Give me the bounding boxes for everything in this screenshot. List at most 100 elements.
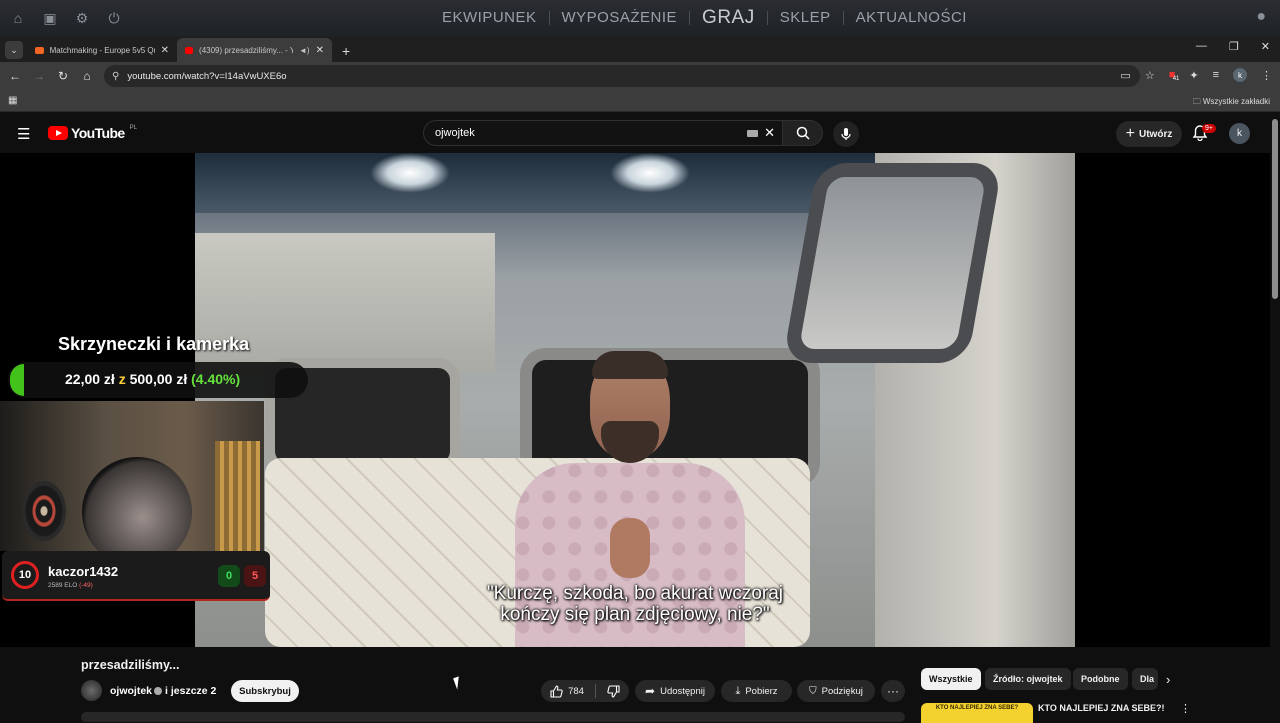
faceit-wins: 0 — [218, 565, 240, 587]
voice-search-button[interactable] — [833, 121, 859, 147]
chip-related[interactable]: Podobne — [1073, 668, 1128, 690]
subscribe-button[interactable]: Subskrybuj — [231, 680, 299, 702]
browser-profile-avatar[interactable]: k — [1233, 68, 1247, 82]
thanks-button[interactable]: ⛉ Podziękuj — [797, 680, 875, 702]
description-box[interactable] — [81, 712, 905, 722]
close-window-icon[interactable]: ✕ — [1261, 40, 1270, 53]
beard — [601, 421, 659, 463]
page-scrollbar[interactable] — [1270, 113, 1280, 720]
browser-toolbar: ← → ↻ ⌂ ⚲ youtube.com/watch?v=I14aVwUXE6… — [0, 62, 1280, 90]
game-nav-sklep[interactable]: SKLEP — [768, 10, 844, 25]
tab-close-icon[interactable]: ✕ — [316, 45, 324, 56]
channel-name[interactable]: ojwojtek i jeszcze 2 — [110, 685, 216, 697]
browser-menu-icon[interactable]: ⋮ — [1261, 69, 1272, 82]
cast-icon[interactable]: ▭ — [1120, 69, 1130, 82]
donation-goal: 500,00 zł — [129, 371, 188, 387]
chip-for-you[interactable]: Dla — [1132, 668, 1158, 690]
wooden-door — [215, 441, 260, 551]
recommended-thumbnail[interactable]: KTO NAJLEPIEJ ZNA SEBE? — [921, 703, 1033, 723]
profile-icon[interactable]: ● — [1256, 8, 1266, 26]
recommended-more-icon[interactable]: ⋮ — [1180, 702, 1191, 715]
tab-title: (4309) przesadziliśmy... - Yo — [199, 45, 294, 55]
video-title: przesadziliśmy... — [81, 658, 180, 672]
audio-playing-icon[interactable]: ◄) — [299, 46, 310, 55]
share-button[interactable]: ➦ Udostępnij — [635, 680, 715, 702]
video-frame — [195, 153, 1075, 647]
inventory-icon[interactable]: ▣ — [40, 8, 60, 28]
game-nav-aktualnosci[interactable]: AKTUALNOŚCI — [844, 10, 979, 25]
tab-close-icon[interactable]: ✕ — [161, 45, 169, 56]
home-browser-icon[interactable]: ⌂ — [75, 69, 99, 83]
menu-icon[interactable]: ☰ — [17, 125, 30, 143]
reading-list-icon[interactable]: ≡ — [1213, 69, 1219, 81]
account-avatar[interactable]: k — [1229, 123, 1250, 144]
new-tab-button[interactable]: + — [342, 43, 350, 59]
clasped-hands — [610, 518, 650, 578]
streamer-webcam — [0, 401, 264, 551]
collaborators-text[interactable]: i jeszcze 2 — [165, 685, 216, 697]
faceit-stats-panel: 10 kaczor1432 2589 ELO (-49) 0 5 — [2, 551, 270, 601]
like-count: 784 — [568, 685, 584, 697]
tab-youtube[interactable]: (4309) przesadziliśmy... - Yo ◄) ✕ — [177, 38, 332, 62]
chip-source[interactable]: Źródło: ojwojtek — [985, 668, 1071, 690]
apps-grid-icon[interactable]: ▦ — [8, 95, 17, 106]
game-nav-graj[interactable]: GRAJ — [690, 8, 768, 27]
donation-goal-text: 22,00 zł z 500,00 zł (4.40%) — [65, 371, 240, 387]
search-button[interactable] — [783, 120, 823, 146]
dislike-button[interactable] — [607, 684, 620, 698]
keyboard-icon[interactable] — [747, 130, 758, 137]
donation-goal-bar: 22,00 zł z 500,00 zł (4.40%) — [8, 362, 308, 398]
microphone-icon — [841, 128, 851, 140]
extension-icon[interactable]: ■ 41 — [1169, 69, 1180, 82]
clear-search-icon[interactable]: ✕ — [764, 125, 775, 141]
chevron-right-icon[interactable]: › — [1166, 672, 1170, 687]
like-button[interactable]: 784 — [550, 684, 584, 698]
extension-badge: 41 — [1172, 76, 1180, 82]
chip-all[interactable]: Wszystkie — [921, 668, 981, 690]
back-icon[interactable]: ← — [3, 69, 27, 83]
faceit-nickname: kaczor1432 — [48, 564, 119, 579]
donation-of: z — [118, 371, 126, 387]
donation-goal-title: Skrzyneczki i kamerka — [58, 334, 250, 354]
channel-name-text: ojwojtek — [110, 685, 153, 697]
bookmark-star-icon[interactable]: ☆ — [1145, 69, 1155, 82]
bookmarks-bar: ▦ 🗀 Wszystkie zakładki — [0, 90, 1280, 112]
subtitle-line: "Kurczę, szkoda, bo akurat wczoraj — [486, 583, 784, 604]
browser-tab-strip: ⌄ Matchmaking - Europe 5v5 Qu ✕ (4309) p… — [0, 36, 1280, 62]
create-button[interactable]: + Utwórz — [1116, 121, 1182, 147]
tab-search-button[interactable]: ⌄ — [5, 41, 23, 59]
restore-icon[interactable]: ❐ — [1229, 40, 1239, 53]
forward-icon[interactable]: → — [27, 69, 51, 83]
scrollbar-thumb[interactable] — [1272, 119, 1278, 299]
youtube-logo[interactable]: YouTube PL — [48, 125, 137, 141]
search-input[interactable]: ojwojtek ✕ — [423, 120, 783, 146]
subtitle-line: kończy się plan zdjęciowy, nie?" — [500, 604, 770, 625]
power-icon[interactable]: ⏻ — [104, 8, 124, 28]
recommended-title[interactable]: KTO NAJLEPIEJ ZNA SEBE?! — [1038, 703, 1165, 713]
tab-matchmaking[interactable]: Matchmaking - Europe 5v5 Qu ✕ — [27, 38, 177, 62]
share-label: Udostępnij — [660, 685, 705, 697]
search-value: ojwojtek — [435, 127, 475, 139]
youtube-header: ☰ YouTube PL ojwojtek ✕ + Utwórz 9+ k — [0, 113, 1270, 153]
video-player[interactable]: "Kurczę, szkoda, bo akurat wczoraj kończ… — [0, 153, 1270, 647]
reload-icon[interactable]: ↻ — [51, 69, 75, 83]
donation-current: 22,00 zł — [65, 371, 115, 387]
hair — [592, 351, 668, 379]
van-mirror — [782, 163, 1003, 363]
minimize-icon[interactable]: — — [1196, 40, 1207, 53]
all-bookmarks-link[interactable]: 🗀 Wszystkie zakładki — [1193, 96, 1270, 110]
site-info-icon[interactable]: ⚲ — [112, 71, 119, 82]
game-nav: EKWIPUNEK WYPOSAŻENIE GRAJ SKLEP AKTUALN… — [430, 0, 979, 36]
game-nav-ekwipunek[interactable]: EKWIPUNEK — [430, 10, 550, 25]
url-text: youtube.com/watch?v=I14aVwUXE6o — [127, 70, 287, 82]
game-nav-wyposazenie[interactable]: WYPOSAŻENIE — [550, 10, 691, 25]
more-actions-icon[interactable]: ··· — [881, 680, 905, 702]
home-icon[interactable]: ⌂ — [8, 8, 28, 28]
settings-icon[interactable]: ⚙ — [72, 8, 92, 28]
youtube-wordmark: YouTube — [71, 125, 125, 141]
extensions-puzzle-icon[interactable]: ✦ — [1189, 69, 1198, 82]
address-bar[interactable]: ⚲ youtube.com/watch?v=I14aVwUXE6o — [104, 65, 1140, 87]
channel-avatar[interactable] — [81, 680, 102, 701]
faceit-level-badge: 10 — [11, 561, 39, 589]
download-button[interactable]: ⤓ Pobierz — [721, 680, 792, 702]
